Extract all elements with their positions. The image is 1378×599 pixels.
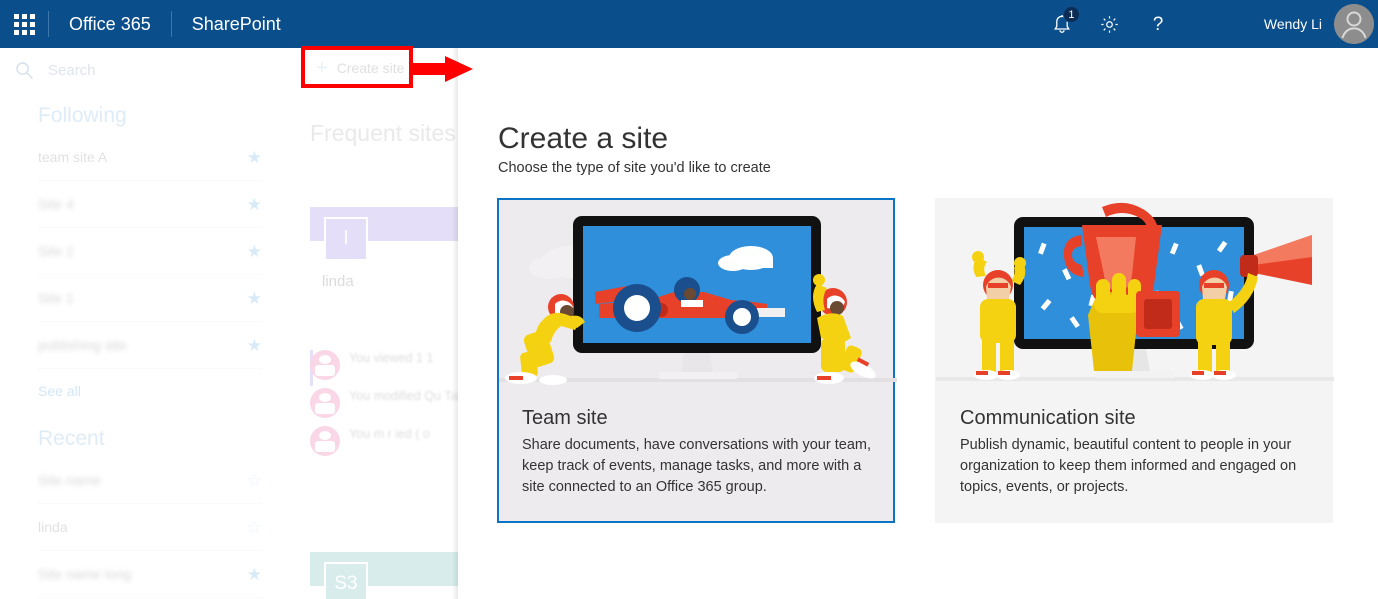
- see-all-link[interactable]: See all: [0, 369, 300, 399]
- sidebar-item-following-0[interactable]: team site A ★: [38, 134, 262, 181]
- sidebar-item-label: linda: [38, 519, 68, 535]
- sidebar-item-recent-2[interactable]: Site name long ★: [38, 551, 262, 598]
- sidebar-item-label: publishing site: [38, 337, 127, 353]
- racecar-pit-crew-monitor-icon: [499, 200, 897, 400]
- sidebar-item-label: Site 1: [38, 290, 74, 306]
- help-question-icon[interactable]: ?: [1134, 0, 1182, 48]
- sidebar-item-label: Site 2: [38, 243, 74, 259]
- sidebar-item-label: team site A: [38, 149, 108, 165]
- site-initials-tile: l: [324, 217, 368, 261]
- star-filled-icon[interactable]: ★: [247, 337, 262, 354]
- sharepoint-brand-link[interactable]: SharePoint: [172, 0, 301, 48]
- office-brand-link[interactable]: Office 365: [49, 0, 171, 48]
- annotation-highlight-box: [301, 46, 413, 88]
- notification-badge: 1: [1062, 6, 1080, 23]
- frequent-sites-heading: Frequent sites: [310, 120, 456, 146]
- star-filled-icon[interactable]: ★: [247, 196, 262, 213]
- screenshot-root: Search + Create site Following team site…: [0, 0, 1378, 599]
- activity-text: You viewed 1 1: [349, 351, 434, 365]
- sidebar-item-following-1[interactable]: Site 4 ★: [38, 181, 262, 228]
- star-outline-icon[interactable]: ☆: [247, 519, 262, 536]
- card-title: Communication site: [960, 407, 1136, 429]
- star-outline-icon[interactable]: ☆: [247, 472, 262, 489]
- activity-text: You m r ied ( o: [349, 427, 430, 441]
- person-avatar-icon: [310, 388, 340, 418]
- recent-heading: Recent: [38, 427, 105, 450]
- trophy-megaphone-celebration-monitor-icon: [936, 199, 1334, 399]
- site-name: linda: [322, 273, 354, 290]
- page-subtitle: Choose the type of site you'd like to cr…: [498, 160, 771, 176]
- card-title: Team site: [522, 407, 608, 429]
- suite-header: Office 365 SharePoint 1 ? Wendy Li: [0, 0, 1378, 48]
- following-heading: Following: [38, 104, 127, 127]
- svg-text:?: ?: [1153, 14, 1164, 35]
- create-site-panel: Create a site Choose the type of site yo…: [458, 48, 1378, 599]
- sidebar-item-label: Site name: [38, 472, 102, 488]
- app-launcher-waffle-icon[interactable]: [0, 0, 48, 48]
- star-filled-icon[interactable]: ★: [247, 149, 262, 166]
- user-name-label: Wendy Li: [1263, 16, 1322, 32]
- star-filled-icon[interactable]: ★: [247, 566, 262, 583]
- person-avatar-icon: [310, 350, 340, 380]
- sidebar-item-following-3[interactable]: Site 1 ★: [38, 275, 262, 322]
- sidebar-item-label: Site name long: [38, 566, 132, 582]
- sidebar-item-recent-0[interactable]: Site name ☆: [38, 457, 262, 504]
- gear-icon[interactable]: [1086, 0, 1134, 48]
- sidebar-item-following-4[interactable]: publishing site ★: [38, 322, 262, 369]
- card-description: Share documents, have conversations with…: [522, 437, 871, 495]
- team-site-card[interactable]: Team site Share documents, have conversa…: [497, 198, 897, 523]
- card-description: Publish dynamic, beautiful content to pe…: [960, 437, 1297, 495]
- person-avatar-icon: [310, 426, 340, 456]
- search-input[interactable]: Search: [48, 62, 96, 79]
- sidebar-item-following-2[interactable]: Site 2 ★: [38, 228, 262, 275]
- site-type-card-list: Team site Share documents, have conversa…: [497, 198, 1334, 523]
- search-icon[interactable]: [0, 61, 48, 80]
- page-title: Create a site: [498, 122, 669, 155]
- communication-site-card[interactable]: Communication site Publish dynamic, beau…: [935, 198, 1334, 523]
- sidebar-item-label: Site 4: [38, 196, 74, 212]
- avatar[interactable]: [1334, 4, 1374, 44]
- sidebar-item-recent-1[interactable]: linda ☆: [38, 504, 262, 551]
- notification-bell-icon[interactable]: 1: [1038, 0, 1086, 48]
- suite-header-actions: 1 ? Wendy Li: [1038, 0, 1378, 48]
- site-initials-tile: S3: [324, 562, 368, 599]
- sidebar: Following team site A ★ Site 4 ★ Site 2 …: [0, 92, 300, 599]
- frequent-sites-column: Frequent sites l linda You viewed 1 1 Yo…: [300, 92, 610, 599]
- right-arrow-annotation-icon: [413, 54, 475, 89]
- star-filled-icon[interactable]: ★: [247, 290, 262, 307]
- star-filled-icon[interactable]: ★: [247, 243, 262, 260]
